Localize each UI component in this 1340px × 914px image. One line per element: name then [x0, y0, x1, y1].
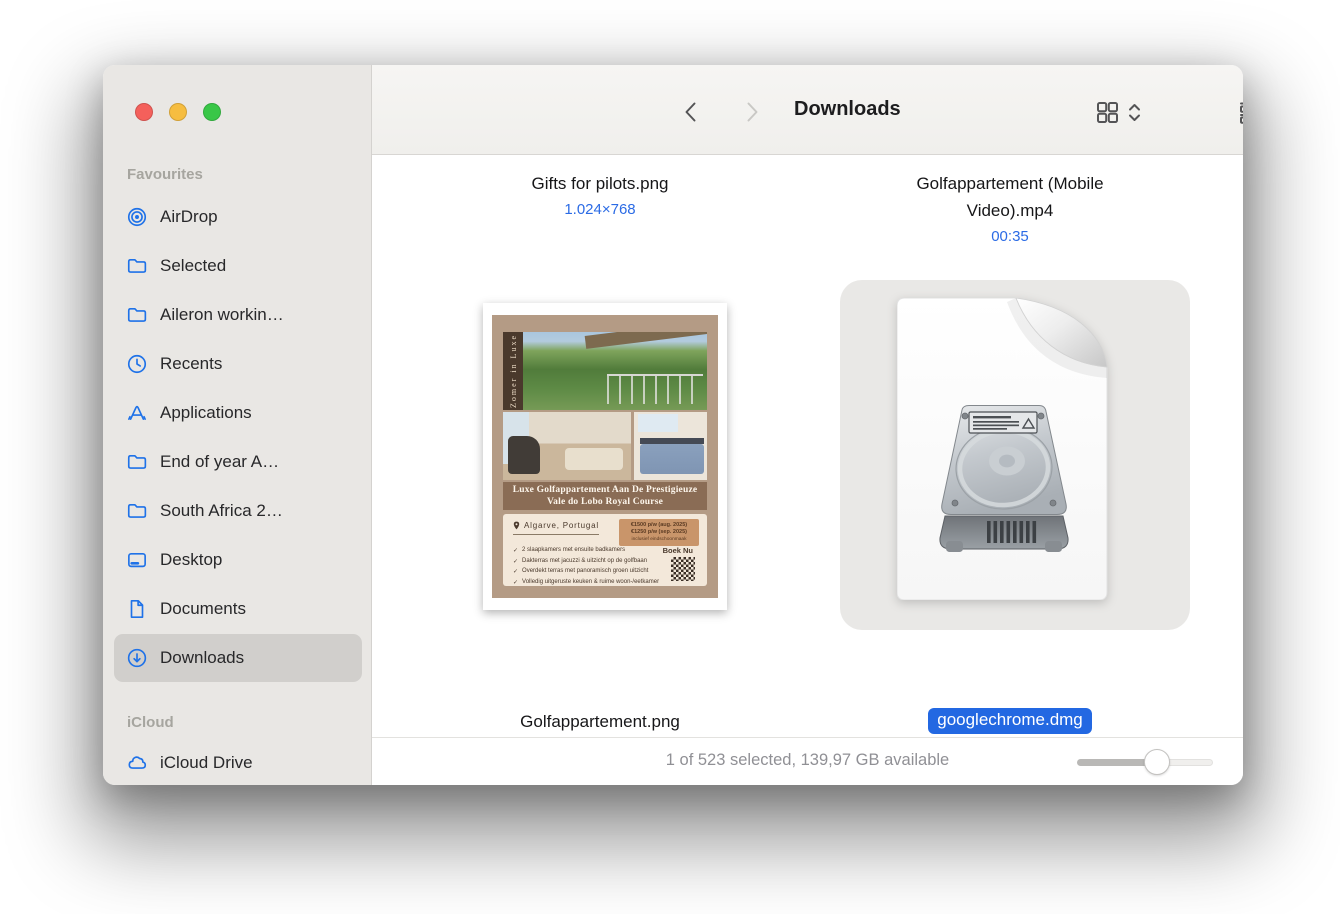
- flyer-photo-livingroom: [503, 412, 631, 480]
- sidebar-item-applications[interactable]: Applications: [114, 389, 362, 437]
- sidebar-item-end-of-year[interactable]: End of year A…: [114, 438, 362, 486]
- folder-icon: [126, 500, 148, 522]
- check-icon: ✓: [513, 558, 518, 565]
- flyer-price-box: €1500 p/w (aug. 2025) €1250 p/w (sep. 20…: [619, 519, 699, 546]
- window-controls: [135, 103, 221, 121]
- sidebar-section-icloud: iCloud: [127, 714, 174, 731]
- flyer-photo-golfcourse: [503, 332, 707, 410]
- sidebar-item-airdrop[interactable]: AirDrop: [114, 193, 362, 241]
- flyer-qr-code: [671, 557, 695, 581]
- map-pin-icon: [514, 522, 519, 530]
- file-dimensions: 1.024×768: [475, 197, 725, 223]
- flyer-feature-list: ✓2 slaapkamers met ensuite badkamers ✓Da…: [513, 547, 659, 586]
- group-by-button[interactable]: [1234, 95, 1243, 129]
- sidebar-item-downloads[interactable]: Downloads: [114, 634, 362, 682]
- sidebar-item-aileron-working[interactable]: Aileron workin…: [114, 291, 362, 339]
- file-duration: 00:35: [880, 224, 1140, 250]
- flyer-balcony-rail: [607, 374, 703, 404]
- cloud-icon: [126, 752, 148, 774]
- appstore-icon: [126, 402, 148, 424]
- flyer-title-band: Luxe Golfappartement Aan De Prestigieuze…: [503, 482, 707, 510]
- flyer-info-panel: Algarve, Portugal €1500 p/w (aug. 2025) …: [503, 514, 707, 586]
- minimize-button[interactable]: [169, 103, 187, 121]
- golfappartement-png-thumbnail[interactable]: Zomer in Luxe Luxe Golfappartement Aan D…: [483, 303, 727, 610]
- file-name: Golfappartement.png: [475, 708, 725, 735]
- sidebar-item-recents[interactable]: Recents: [114, 340, 362, 388]
- flyer-cta: Boek Nu: [663, 546, 693, 555]
- icon-zoom-slider[interactable]: [1077, 748, 1243, 776]
- sidebar-item-selected[interactable]: Selected: [114, 242, 362, 290]
- close-button[interactable]: [135, 103, 153, 121]
- document-icon: [126, 598, 148, 620]
- sidebar: Favourites AirDrop Selected Aileron work…: [103, 65, 372, 785]
- zoom-window-button[interactable]: [203, 103, 221, 121]
- flyer-vertical-banner: Zomer in Luxe: [503, 332, 523, 410]
- file-name: Golfappartement (Mobile Video).mp4: [880, 170, 1140, 224]
- view-style-chevrons-icon[interactable]: [1124, 95, 1144, 129]
- flyer-location: Algarve, Portugal: [513, 521, 599, 535]
- file-name: Gifts for pilots.png: [475, 170, 725, 197]
- file-gifts-for-pilots[interactable]: Gifts for pilots.png 1.024×768: [475, 170, 725, 223]
- slider-knob[interactable]: [1144, 749, 1170, 775]
- check-icon: ✓: [513, 547, 518, 554]
- folder-icon: [126, 304, 148, 326]
- clock-icon: [126, 353, 148, 375]
- sidebar-item-documents[interactable]: Documents: [114, 585, 362, 633]
- finder-window: Favourites AirDrop Selected Aileron work…: [103, 65, 1243, 785]
- selected-file-name[interactable]: googlechrome.dmg: [928, 708, 1092, 734]
- forward-button[interactable]: [736, 95, 770, 129]
- flyer-photo-bedroom: [634, 412, 707, 480]
- back-button[interactable]: [673, 95, 707, 129]
- desktop-background: Favourites AirDrop Selected Aileron work…: [0, 0, 1340, 914]
- flyer-background: Zomer in Luxe Luxe Golfappartement Aan D…: [492, 315, 718, 598]
- sidebar-section-favourites: Favourites: [127, 166, 203, 183]
- folder-icon: [126, 451, 148, 473]
- status-bar: 1 of 523 selected, 139,97 GB available: [372, 737, 1243, 785]
- sidebar-item-south-africa[interactable]: South Africa 2…: [114, 487, 362, 535]
- sidebar-item-icloud-drive[interactable]: iCloud Drive: [114, 739, 362, 785]
- check-icon: ✓: [513, 568, 518, 575]
- harddisk-icon: [929, 400, 1079, 558]
- view-style-button[interactable]: [1090, 95, 1124, 129]
- airdrop-icon: [126, 206, 148, 228]
- window-title: Downloads: [794, 98, 901, 121]
- sidebar-item-desktop[interactable]: Desktop: [114, 536, 362, 584]
- file-grid: Gifts for pilots.png 1.024×768 Golfappar…: [372, 155, 1243, 737]
- check-icon: ✓: [513, 579, 518, 586]
- flyer-balcony-beam: [585, 332, 707, 349]
- file-golfappartement-video[interactable]: Golfappartement (Mobile Video).mp4 00:35: [880, 170, 1140, 250]
- folder-icon: [126, 255, 148, 277]
- toolbar: Downloads: [372, 65, 1243, 155]
- desktop-icon: [126, 549, 148, 571]
- download-icon: [126, 647, 148, 669]
